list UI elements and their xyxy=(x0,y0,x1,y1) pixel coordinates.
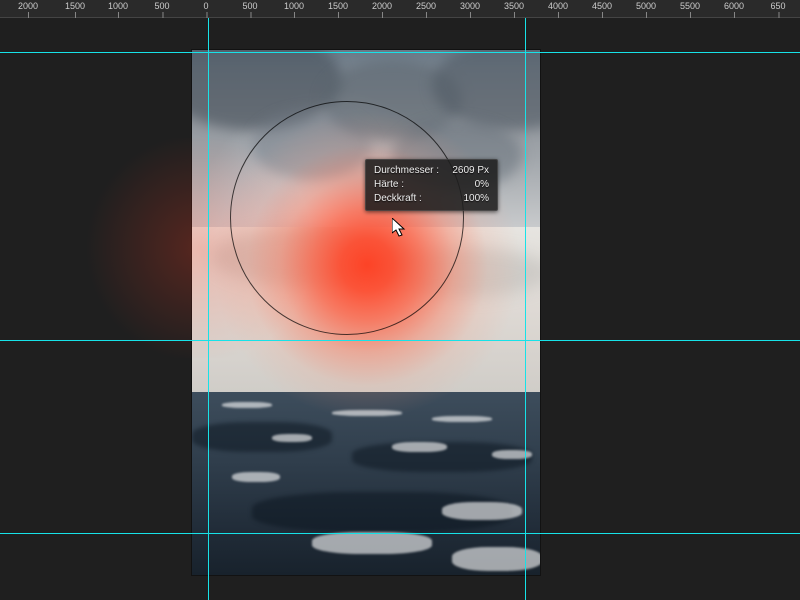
guide-horizontal[interactable] xyxy=(0,533,800,534)
hud-label: Härte xyxy=(374,178,404,192)
ocean-layer xyxy=(192,392,540,575)
ruler-tick: 2000 xyxy=(18,0,38,11)
hud-label: Deckkraft xyxy=(374,192,422,206)
ruler-tick: 3000 xyxy=(460,0,480,11)
hud-label: Durchmesser xyxy=(374,164,439,178)
sky-lower-layer xyxy=(192,227,540,392)
ruler-tick: 0 xyxy=(203,0,208,11)
ruler-tick: 6000 xyxy=(724,0,744,11)
ruler-tick: 2500 xyxy=(416,0,436,11)
ruler-tick: 650 xyxy=(770,0,785,11)
ruler-tick: 1500 xyxy=(65,0,85,11)
ruler-tick: 4000 xyxy=(548,0,568,11)
ruler-tick: 3500 xyxy=(504,0,524,11)
hud-value: 100% xyxy=(447,192,489,206)
ruler-tick: 5000 xyxy=(636,0,656,11)
guide-vertical[interactable] xyxy=(525,0,526,600)
ruler-tick: 500 xyxy=(242,0,257,11)
hud-row-opacity: Deckkraft 100% xyxy=(374,192,489,206)
hud-row-hardness: Härte 0% xyxy=(374,178,489,192)
ruler-tick: 5500 xyxy=(680,0,700,11)
ruler-tick: 2000 xyxy=(372,0,392,11)
document-artwork[interactable] xyxy=(192,50,540,575)
ruler-tick: 1000 xyxy=(108,0,128,11)
canvas-viewport[interactable] xyxy=(0,18,800,600)
ruler-tick: 1000 xyxy=(284,0,304,11)
ruler-tick: 500 xyxy=(154,0,169,11)
hud-row-diameter: Durchmesser 2609 Px xyxy=(374,164,489,178)
brush-hud-tooltip: Durchmesser 2609 Px Härte 0% Deckkraft 1… xyxy=(365,159,498,211)
ruler-tick: 1500 xyxy=(328,0,348,11)
ruler-tick: 4500 xyxy=(592,0,612,11)
hud-value: 2609 Px xyxy=(447,164,489,178)
ruler-horizontal[interactable]: 2000150010005000500100015002000250030003… xyxy=(0,0,800,18)
guide-horizontal[interactable] xyxy=(0,52,800,53)
guide-horizontal[interactable] xyxy=(0,340,800,341)
hud-value: 0% xyxy=(447,178,489,192)
guide-vertical[interactable] xyxy=(208,0,209,600)
